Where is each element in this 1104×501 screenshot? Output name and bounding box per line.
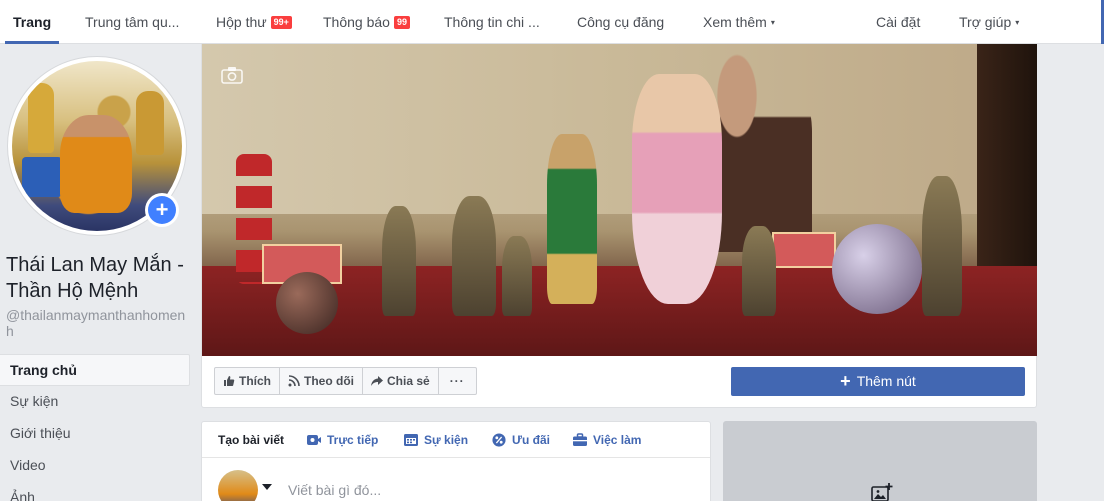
tab-label: Trung tâm qu... xyxy=(85,14,180,30)
nav-item-videos[interactable]: Video xyxy=(0,450,190,482)
photo-detail xyxy=(60,115,132,213)
composer-tab-offer[interactable]: Ưu đãi xyxy=(491,422,550,458)
video-icon xyxy=(307,435,321,445)
photo-detail xyxy=(276,272,338,334)
tab-insights[interactable]: Thông tin chi ... xyxy=(444,0,540,44)
composer-tab-label: Tạo bài viết xyxy=(218,433,285,447)
cover-card: Thích Theo dõi Chia sẻ ··· + Thêm nút xyxy=(201,44,1037,408)
tab-center[interactable]: Trung tâm qu... xyxy=(85,0,179,44)
photo-detail xyxy=(547,134,597,304)
share-label: Chia sẻ xyxy=(387,374,430,388)
more-options-button[interactable]: ··· xyxy=(437,367,477,395)
photo-detail xyxy=(452,196,496,316)
composer-tab-label: Ưu đãi xyxy=(512,433,550,447)
photo-detail xyxy=(922,176,962,316)
follow-label: Theo dõi xyxy=(304,374,354,388)
cover-photo[interactable] xyxy=(202,44,1037,356)
inbox-count-badge: 99+ xyxy=(270,16,292,29)
briefcase-icon xyxy=(573,433,587,446)
like-button[interactable]: Thích xyxy=(214,367,280,395)
nav-item-about[interactable]: Giới thiệu xyxy=(0,418,190,450)
chevron-down-icon[interactable] xyxy=(262,484,272,490)
tab-publishing-tools[interactable]: Công cụ đăng xyxy=(577,0,664,44)
calendar-icon xyxy=(404,434,418,446)
right-panel-card xyxy=(723,421,1037,501)
photo-detail xyxy=(202,44,1037,214)
photo-detail xyxy=(632,74,722,304)
composer-tabs: Tạo bài viết Trực tiếp Sự kiện Ưu đãi Vi… xyxy=(202,422,710,458)
camera-icon[interactable] xyxy=(221,66,243,84)
notifications-count-badge: 99 xyxy=(393,16,410,29)
add-profile-photo-button[interactable]: + xyxy=(145,193,179,227)
page-tabs-bar: Trang Trung tâm qu... Hộp thư 99+ Thông b… xyxy=(0,0,1104,44)
photo-detail xyxy=(742,226,776,316)
page-username[interactable]: @thailanmaymanthanhomenh xyxy=(6,307,192,339)
nav-item-events[interactable]: Sự kiện xyxy=(0,386,190,418)
add-button[interactable]: + Thêm nút xyxy=(731,367,1025,396)
composer-tab-label: Việc làm xyxy=(593,433,642,447)
tab-label: Cài đặt xyxy=(876,14,921,30)
percent-icon xyxy=(492,433,506,447)
share-arrow-icon xyxy=(371,376,383,386)
photo-detail xyxy=(382,206,416,316)
composer-tab-label: Sự kiện xyxy=(424,433,469,447)
composer-avatar[interactable] xyxy=(218,470,258,501)
composer-tab-live[interactable]: Trực tiếp xyxy=(306,422,378,458)
page-name[interactable]: Thái Lan May Mắn - Thần Hộ Mệnh xyxy=(6,252,196,304)
tab-more[interactable]: Xem thêm ▾ xyxy=(703,0,775,44)
chevron-down-icon: ▾ xyxy=(770,18,775,27)
tab-label: Xem thêm xyxy=(703,14,767,30)
photo-detail xyxy=(772,232,836,268)
page-nav: Trang chủ Sự kiện Giới thiệu Video Ảnh xyxy=(0,354,190,501)
tab-label: Trợ giúp xyxy=(959,14,1012,30)
photo-detail xyxy=(28,83,54,153)
tab-label: Công cụ đăng xyxy=(577,14,665,30)
photo-detail xyxy=(832,224,922,314)
photo-detail xyxy=(136,91,164,155)
rss-icon xyxy=(288,375,300,387)
like-icon xyxy=(224,376,235,386)
ellipsis-icon: ··· xyxy=(449,374,465,388)
add-button-label: Thêm nút xyxy=(856,373,916,389)
plus-icon: + xyxy=(148,196,176,224)
tab-label: Trang xyxy=(13,14,52,30)
post-text-input[interactable] xyxy=(288,480,688,500)
photo-detail xyxy=(502,236,532,316)
composer-tab-job[interactable]: Việc làm xyxy=(572,422,641,458)
add-photo-icon[interactable] xyxy=(871,483,893,501)
plus-icon: + xyxy=(840,371,851,391)
post-composer: Tạo bài viết Trực tiếp Sự kiện Ưu đãi Vi… xyxy=(201,421,711,501)
photo-detail xyxy=(22,157,62,197)
nav-item-photos[interactable]: Ảnh xyxy=(0,482,190,501)
page-actions: Thích Theo dõi Chia sẻ ··· xyxy=(214,367,477,395)
composer-tab-create-post[interactable]: Tạo bài viết xyxy=(218,422,284,458)
composer-tab-event[interactable]: Sự kiện xyxy=(403,422,468,458)
chevron-down-icon: ▾ xyxy=(1015,18,1020,27)
share-button[interactable]: Chia sẻ xyxy=(362,367,439,395)
tab-page[interactable]: Trang xyxy=(4,0,60,44)
tab-notifications[interactable]: Thông báo 99 xyxy=(323,0,410,44)
composer-tab-label: Trực tiếp xyxy=(327,433,379,447)
tab-help[interactable]: Trợ giúp ▾ xyxy=(959,0,1019,44)
tab-label: Hộp thư xyxy=(216,14,267,30)
tab-label: Thông tin chi ... xyxy=(444,14,540,30)
tab-label: Thông báo xyxy=(323,14,390,30)
tab-settings[interactable]: Cài đặt xyxy=(876,0,920,44)
nav-item-home[interactable]: Trang chủ xyxy=(0,354,190,386)
tab-inbox[interactable]: Hộp thư 99+ xyxy=(216,0,292,44)
like-label: Thích xyxy=(239,374,271,388)
follow-button[interactable]: Theo dõi xyxy=(279,367,363,395)
